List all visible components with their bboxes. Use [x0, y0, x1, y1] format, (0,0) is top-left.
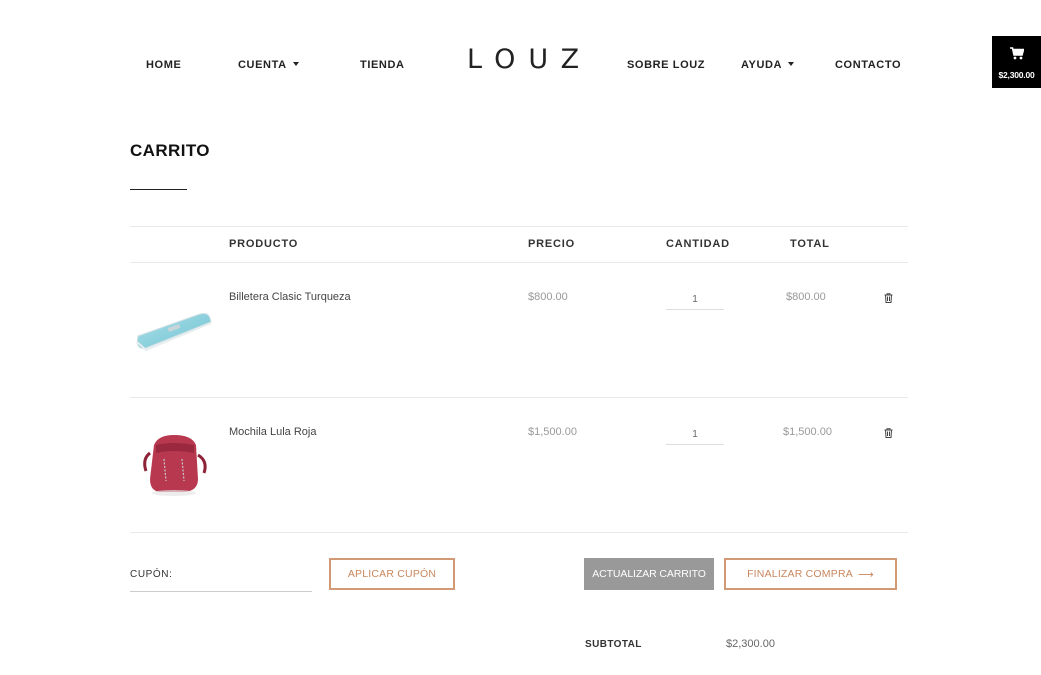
- title-underline: [130, 189, 187, 190]
- col-header-total: TOTAL: [790, 238, 830, 250]
- update-cart-button[interactable]: ACTUALIZAR CARRITO: [584, 558, 714, 590]
- product-name[interactable]: Mochila Lula Roja: [229, 426, 316, 438]
- divider: [130, 532, 908, 533]
- trash-icon[interactable]: [884, 293, 893, 303]
- nav-tienda[interactable]: TIENDA: [360, 59, 405, 71]
- nav-sobre-louz[interactable]: SOBRE LOUZ: [627, 59, 705, 71]
- subtotal-label: SUBTOTAL: [585, 639, 642, 650]
- page-title: CARRITO: [130, 141, 210, 160]
- col-header-price: PRECIO: [528, 238, 575, 250]
- caret-down-icon: [292, 62, 299, 67]
- arrow-right-icon: ⟶: [857, 568, 874, 581]
- quantity-input[interactable]: 1: [666, 422, 724, 445]
- nav-home[interactable]: HOME: [146, 59, 181, 71]
- divider: [130, 397, 908, 398]
- site-logo[interactable]: LOUZ: [467, 44, 592, 75]
- col-header-quantity: CANTIDAD: [666, 238, 730, 250]
- cart-total: $2,300.00: [998, 70, 1035, 80]
- caret-down-icon: [788, 62, 795, 67]
- nav-ayuda[interactable]: AYUDA: [741, 59, 795, 71]
- nav-contacto[interactable]: CONTACTO: [835, 59, 901, 71]
- checkout-label: FINALIZAR COMPRA: [747, 568, 853, 580]
- nav-cuenta[interactable]: CUENTA: [238, 59, 299, 71]
- trash-icon[interactable]: [884, 428, 893, 438]
- product-image-backpack[interactable]: [140, 431, 212, 497]
- coupon-field-underline: [130, 591, 312, 592]
- checkout-button[interactable]: FINALIZAR COMPRA ⟶: [724, 558, 897, 590]
- quantity-input[interactable]: 1: [666, 287, 724, 310]
- cart-widget[interactable]: $2,300.00: [992, 36, 1041, 88]
- product-price: $1,500.00: [528, 426, 577, 438]
- product-total: $800.00: [786, 291, 826, 303]
- col-header-product: PRODUCTO: [229, 238, 299, 250]
- apply-coupon-button[interactable]: APLICAR CUPÓN: [329, 558, 455, 590]
- coupon-label: CUPÓN:: [130, 569, 173, 580]
- divider: [130, 262, 908, 263]
- product-image-wallet[interactable]: [134, 306, 214, 358]
- coupon-input[interactable]: [172, 562, 310, 588]
- shopping-cart-icon: [1010, 47, 1024, 60]
- nav-ayuda-label: AYUDA: [741, 59, 783, 71]
- product-total: $1,500.00: [783, 426, 832, 438]
- subtotal-value: $2,300.00: [726, 638, 775, 650]
- product-name[interactable]: Billetera Clasic Turqueza: [229, 291, 351, 303]
- divider: [130, 226, 908, 227]
- product-price: $800.00: [528, 291, 568, 303]
- nav-cuenta-label: CUENTA: [238, 59, 287, 71]
